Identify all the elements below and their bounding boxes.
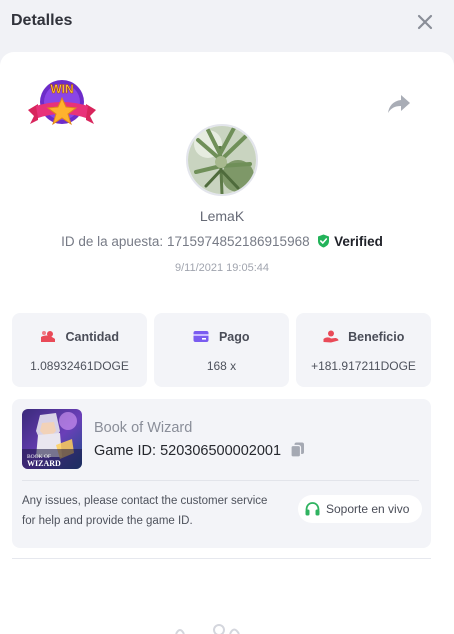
avatar <box>186 124 258 196</box>
social-icons-row <box>175 624 240 634</box>
share-arrow-icon <box>388 95 410 113</box>
stat-value: +181.917211DOGE <box>311 359 416 373</box>
stat-label: Beneficio <box>348 330 405 344</box>
header: Detalles <box>0 0 454 46</box>
game-card: BOOK OF WIZARD Book of Wizard Game ID: 5… <box>12 399 431 548</box>
svg-text:WIZARD: WIZARD <box>27 459 61 468</box>
svg-text:WIN: WIN <box>50 82 73 96</box>
bet-id-label: ID de la apuesta: <box>61 234 164 249</box>
game-id-row: Game ID: 520306500002001 <box>94 442 305 459</box>
username: LemaK <box>199 208 245 224</box>
support-message: Any issues, please contact the customer … <box>22 495 268 527</box>
headset-icon <box>305 502 320 516</box>
page-title: Detalles <box>11 12 73 29</box>
live-support-button[interactable]: Soporte en vivo <box>298 495 422 523</box>
bet-timestamp: 9/11/2021 19:05:44 <box>175 262 269 274</box>
live-support-label: Soporte en vivo <box>326 502 410 516</box>
card-icon <box>193 331 209 342</box>
bet-id-row: ID de la apuesta: 1715974852186915968 Ve… <box>0 234 444 249</box>
verified-label: Verified <box>334 234 383 249</box>
stat-value: 168 x <box>206 359 237 373</box>
coin-pile-icon <box>41 331 56 342</box>
game-name[interactable]: Book of Wizard <box>94 420 192 436</box>
game-id-value: 520306500002001 <box>160 443 282 459</box>
stat-value: 1.08932461DOGE <box>30 359 129 373</box>
hand-coins-icon <box>323 330 339 343</box>
win-star-badge-icon: WIN <box>26 76 98 132</box>
stat-label: Cantidad <box>65 330 119 344</box>
divider <box>12 558 431 559</box>
verified-shield-icon <box>318 234 330 248</box>
bet-id-value: 1715974852186915968 <box>166 234 310 249</box>
game-thumbnail[interactable]: BOOK OF WIZARD <box>22 409 82 469</box>
stat-card-pago: Pago 168 x <box>154 313 289 387</box>
close-icon <box>417 14 433 30</box>
stat-card-cantidad: Cantidad 1.08932461DOGE <box>12 313 147 387</box>
stat-label: Pago <box>218 330 250 344</box>
game-id-label: Game ID: <box>94 443 157 459</box>
stat-card-beneficio: Beneficio +181.917211DOGE <box>296 313 431 387</box>
divider <box>22 480 419 481</box>
share-button[interactable] <box>387 93 411 115</box>
close-button[interactable] <box>416 13 434 31</box>
copy-icon[interactable] <box>290 442 305 458</box>
